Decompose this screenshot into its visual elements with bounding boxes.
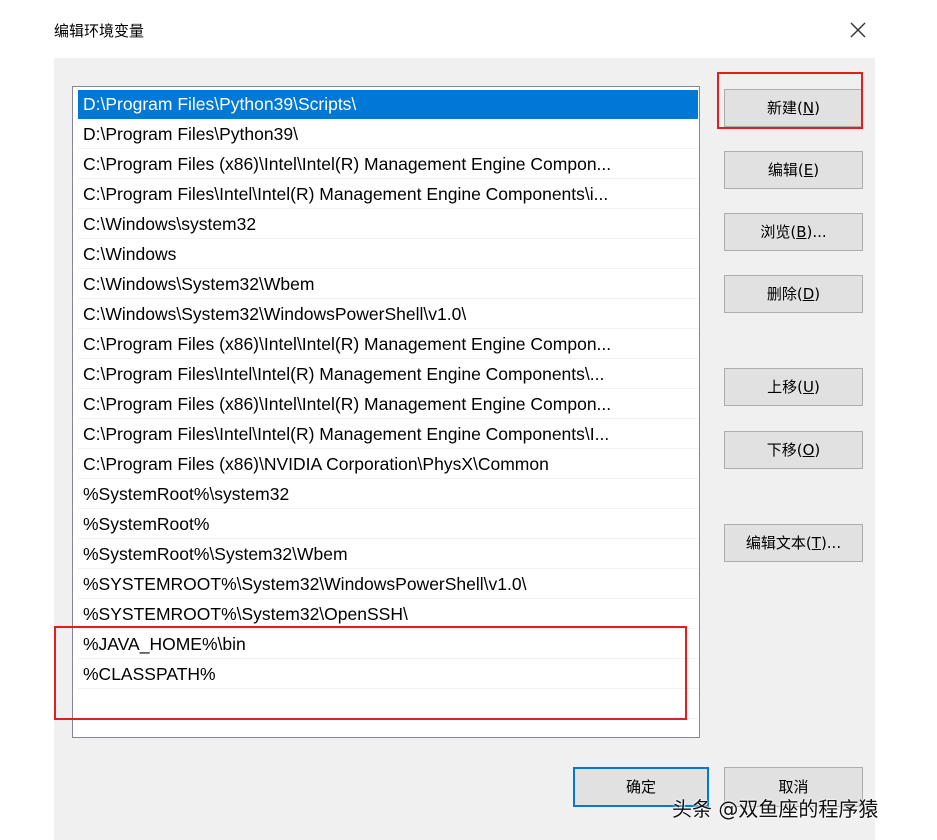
watermark: 头条 @双鱼座的程序猿 <box>672 797 879 821</box>
path-list-item[interactable]: C:\Program Files\Intel\Intel(R) Manageme… <box>78 420 698 449</box>
path-listbox[interactable]: D:\Program Files\Python39\Scripts\ D:\Pro… <box>72 86 700 738</box>
delete-button[interactable]: 删除(D) <box>724 275 863 313</box>
path-list-item[interactable]: %JAVA_HOME%\bin <box>78 630 698 659</box>
path-list-item[interactable]: C:\Program Files (x86)\Intel\Intel(R) Ma… <box>78 390 698 419</box>
new-button[interactable]: 新建(N) <box>724 89 863 127</box>
path-list-item[interactable]: %SYSTEMROOT%\System32\OpenSSH\ <box>78 600 698 629</box>
path-list-item[interactable]: C:\Windows\System32\Wbem <box>78 270 698 299</box>
path-list-item[interactable]: D:\Program Files\Python39\Scripts\ <box>78 90 698 119</box>
move-down-button[interactable]: 下移(O) <box>724 431 863 469</box>
close-icon[interactable] <box>846 18 870 42</box>
path-list-item[interactable]: %SystemRoot%\system32 <box>78 480 698 509</box>
path-list-item[interactable]: C:\Program Files (x86)\Intel\Intel(R) Ma… <box>78 330 698 359</box>
path-list-item[interactable]: %SystemRoot% <box>78 510 698 539</box>
path-list-item[interactable]: C:\Program Files\Intel\Intel(R) Manageme… <box>78 360 698 389</box>
path-list-item[interactable]: C:\Program Files (x86)\NVIDIA Corporatio… <box>78 450 698 479</box>
edit-text-button[interactable]: 编辑文本(T)... <box>724 524 863 562</box>
edit-button[interactable]: 编辑(E) <box>724 151 863 189</box>
move-up-button[interactable]: 上移(U) <box>724 368 863 406</box>
path-list-item[interactable]: C:\Windows\System32\WindowsPowerShell\v1… <box>78 300 698 329</box>
path-list-item[interactable]: %SYSTEMROOT%\System32\WindowsPowerShell\… <box>78 570 698 599</box>
path-list-item[interactable]: C:\Windows\system32 <box>78 210 698 239</box>
path-list-item[interactable] <box>78 690 698 719</box>
browse-button[interactable]: 浏览(B)... <box>724 213 863 251</box>
dialog-title: 编辑环境变量 <box>54 22 145 40</box>
path-list-item[interactable]: %CLASSPATH% <box>78 660 698 689</box>
path-list-item[interactable]: C:\Windows <box>78 240 698 269</box>
path-list-item[interactable]: D:\Program Files\Python39\ <box>78 120 698 149</box>
path-list-item[interactable]: C:\Program Files\Intel\Intel(R) Manageme… <box>78 180 698 209</box>
path-list-item[interactable]: C:\Program Files (x86)\Intel\Intel(R) Ma… <box>78 150 698 179</box>
path-list-item[interactable]: %SystemRoot%\System32\Wbem <box>78 540 698 569</box>
